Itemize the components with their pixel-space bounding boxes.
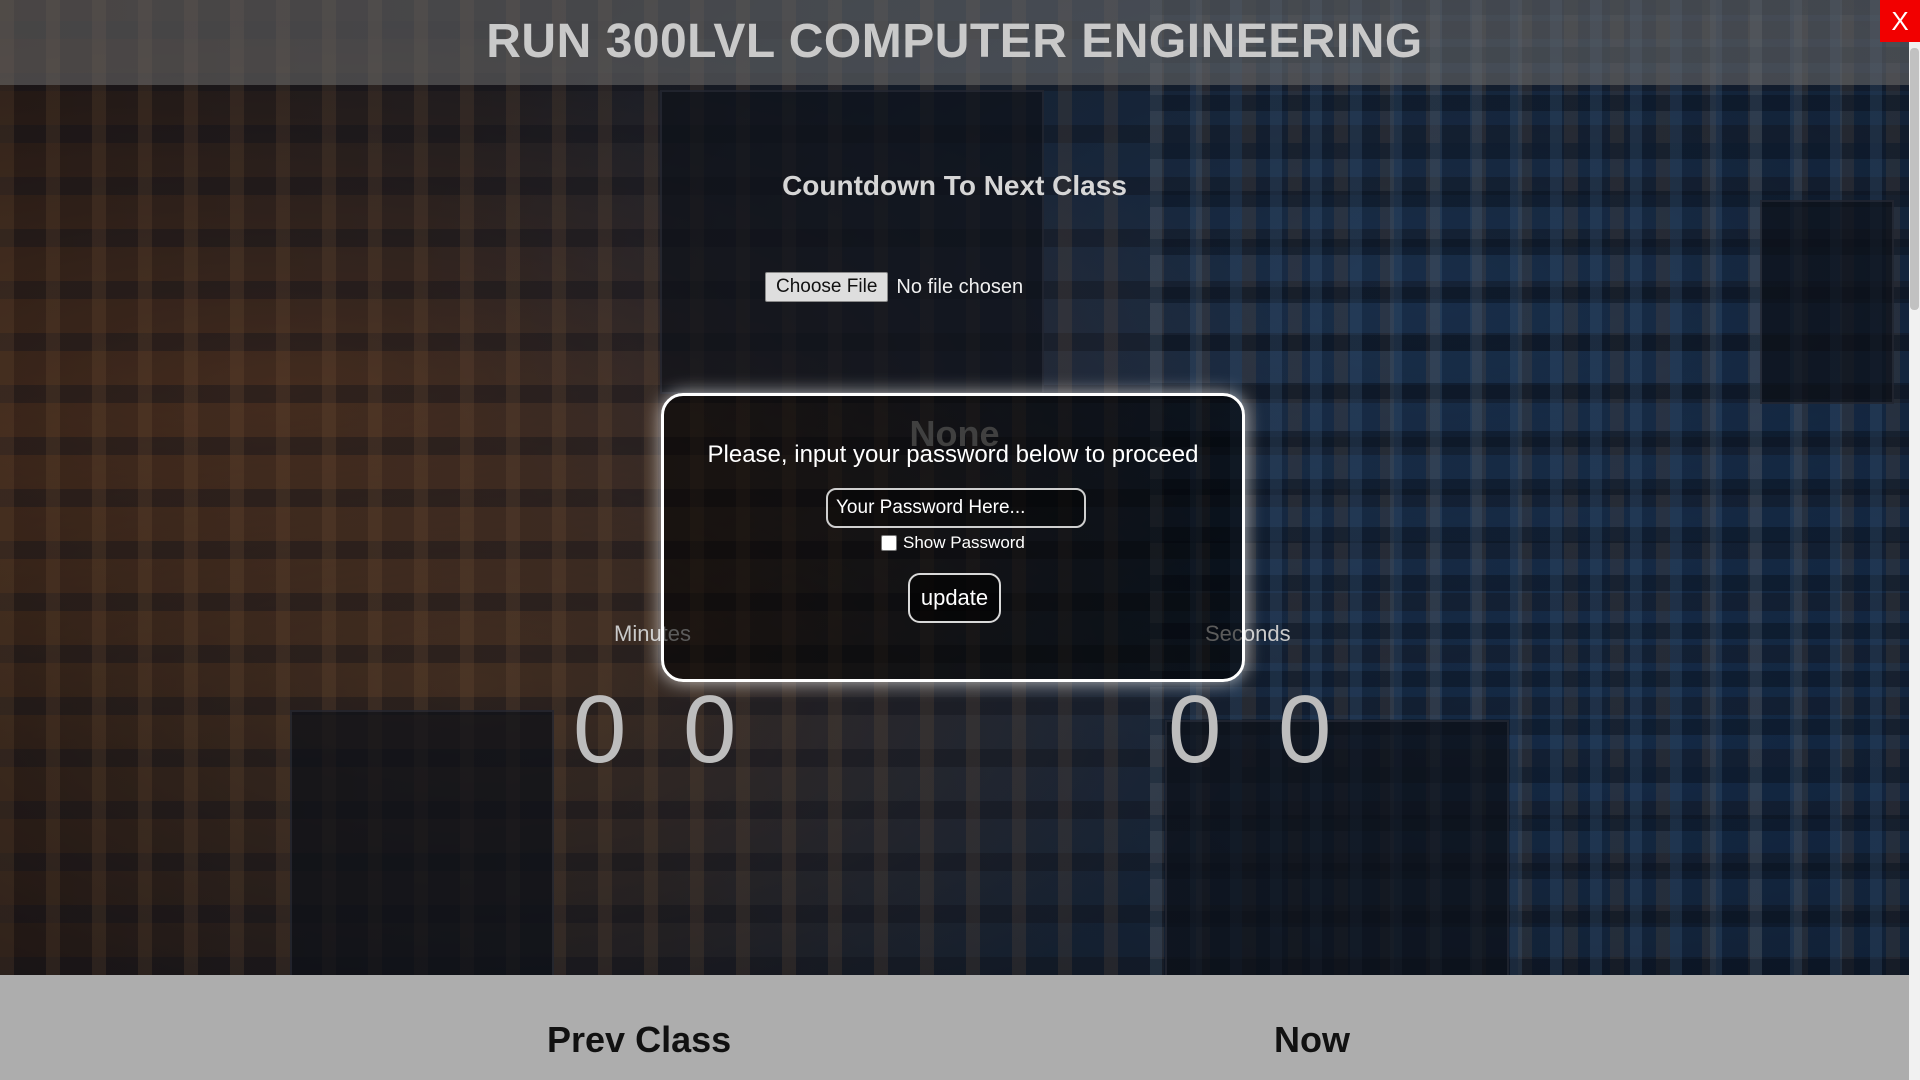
seconds-digit-ones: 0 bbox=[1278, 676, 1332, 783]
scrollbar-thumb[interactable] bbox=[1910, 48, 1919, 310]
password-modal: Please, input your password below to pro… bbox=[661, 393, 1245, 682]
prev-class-heading: Prev Class bbox=[547, 1019, 732, 1060]
seconds-digit-tens: 0 bbox=[1168, 676, 1222, 783]
file-status: No file chosen bbox=[896, 275, 1024, 298]
schedule-panel: Prev Class Now bbox=[0, 975, 1909, 1080]
modal-message: Please, input your password below to pro… bbox=[707, 441, 1199, 468]
countdown-heading: Countdown To Next Class bbox=[782, 170, 1127, 201]
close-button[interactable]: X bbox=[1880, 0, 1920, 42]
password-input[interactable] bbox=[826, 488, 1086, 528]
show-password-checkbox[interactable] bbox=[881, 535, 897, 551]
minutes-digit-ones: 0 bbox=[683, 676, 737, 783]
minutes-digit-tens: 0 bbox=[573, 676, 627, 783]
show-password-label: Show Password bbox=[903, 533, 1025, 552]
choose-file-button[interactable]: Choose File bbox=[765, 272, 889, 302]
site-header: RUN 300LVL COMPUTER ENGINEERING bbox=[0, 0, 1909, 85]
update-button[interactable]: update bbox=[908, 573, 1001, 623]
page-title: RUN 300LVL COMPUTER ENGINEERING bbox=[486, 15, 1423, 68]
file-upload: Choose File No file chosen bbox=[765, 272, 1023, 302]
show-password-row: Show Password bbox=[881, 533, 1025, 553]
now-heading: Now bbox=[1274, 1019, 1350, 1060]
